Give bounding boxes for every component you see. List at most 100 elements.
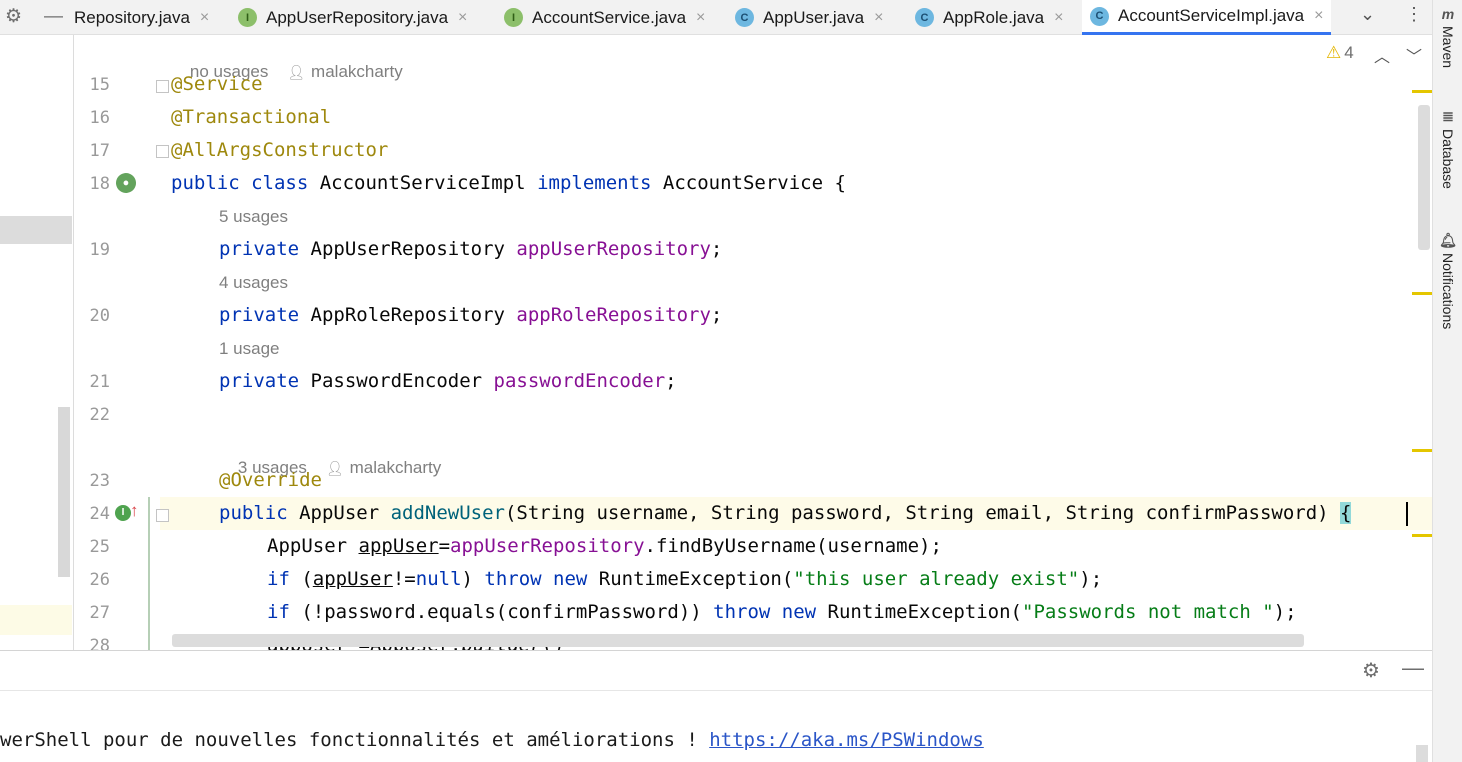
class-icon: C xyxy=(1090,6,1109,26)
gear-icon[interactable]: ⚙ xyxy=(5,6,22,28)
editor-horizontal-scrollbar[interactable] xyxy=(172,634,1304,647)
terminal-link[interactable]: https://aka.ms/PSWindows xyxy=(709,729,984,751)
field-usage-hint[interactable]: 4 usages xyxy=(219,273,288,293)
author-name: malakcharty xyxy=(349,458,442,477)
field-usage-hint[interactable]: 1 usage xyxy=(219,339,280,359)
code-line-20: private AppRoleRepository appRoleReposit… xyxy=(219,304,723,326)
text-caret xyxy=(1406,502,1408,526)
line-number: 21 xyxy=(89,372,110,392)
tab-approle[interactable]: C AppRole.java × xyxy=(907,0,1071,35)
tab-appuserrepository[interactable]: I AppUserRepository.java × xyxy=(230,0,475,35)
fold-marker-icon[interactable] xyxy=(156,145,169,158)
warning-marker[interactable] xyxy=(1412,292,1432,295)
close-icon[interactable]: × xyxy=(1314,7,1323,25)
tab-accountserviceimpl[interactable]: C AccountServiceImpl.java × xyxy=(1082,0,1332,35)
close-icon[interactable]: × xyxy=(200,9,209,27)
line-number: 25 xyxy=(89,537,110,557)
notifications-label: Notifications xyxy=(1440,253,1456,330)
fold-marker-icon[interactable] xyxy=(156,509,169,522)
warning-icon: ⚠ xyxy=(1326,43,1342,62)
code-line-21: private PasswordEncoder passwordEncoder; xyxy=(219,370,677,392)
terminal-header: ⚙ — xyxy=(0,651,1432,691)
tree-row[interactable] xyxy=(0,605,72,635)
user-icon: 👤︎ xyxy=(325,460,344,476)
tab-label: AppUser.java xyxy=(763,7,865,27)
tab-accountservice[interactable]: I AccountService.java × xyxy=(496,0,713,35)
database-label: Database xyxy=(1440,129,1456,189)
line-number: 16 xyxy=(89,108,110,128)
editor-vertical-scrollbar[interactable] xyxy=(1418,105,1430,250)
maven-tool-button[interactable]: m Maven xyxy=(1437,6,1459,68)
inspection-widget[interactable]: ⚠ 4 xyxy=(1326,43,1354,63)
code-line-19: private AppUserRepository appUserReposit… xyxy=(219,238,723,260)
database-icon: ≣ xyxy=(1442,108,1454,124)
code-line-17: @AllArgsConstructor xyxy=(171,139,389,161)
line-number: 17 xyxy=(89,141,110,161)
matching-brace: { xyxy=(1340,502,1352,524)
line-number: 18 xyxy=(89,174,110,194)
close-icon[interactable]: × xyxy=(1054,9,1063,27)
chevron-down-icon[interactable]: ⌄ xyxy=(1360,4,1375,25)
maven-label: Maven xyxy=(1440,26,1456,69)
interface-icon: I xyxy=(238,8,257,27)
code-line-15: @Service xyxy=(171,73,263,95)
tab-label: AccountServiceImpl.java xyxy=(1118,6,1305,25)
code-line-25: AppUser appUser=appUserRepository.findBy… xyxy=(267,535,942,557)
fold-guide xyxy=(148,497,150,650)
override-arrow-icon[interactable]: ↑ xyxy=(130,501,139,521)
warning-marker[interactable] xyxy=(1412,90,1432,93)
tab-appuser[interactable]: C AppUser.java × xyxy=(727,0,891,35)
tab-strip: Repository.java × I AppUserRepository.ja… xyxy=(74,0,1348,35)
terminal-scrollbar[interactable] xyxy=(1416,745,1428,762)
close-icon[interactable]: × xyxy=(458,9,467,27)
line-number: 22 xyxy=(89,405,110,425)
tab-label: Repository.java xyxy=(74,7,190,27)
code-line-18: public class AccountServiceImpl implemen… xyxy=(171,172,846,194)
code-line-24: public AppUser addNewUser(String usernam… xyxy=(219,502,1352,524)
line-number: 19 xyxy=(89,240,110,260)
code-line-23: @Override xyxy=(219,469,322,491)
selected-tree-row[interactable] xyxy=(0,216,72,244)
author-name: malakcharty xyxy=(311,62,403,81)
user-icon: 👤︎ xyxy=(287,64,306,80)
code-line-27: if (!password.equals(confirmPassword)) t… xyxy=(267,601,1297,623)
minimize-icon[interactable]: — xyxy=(1402,655,1424,681)
code-editor[interactable]: ⚠ 4 ︿ ﹀ 15 16 17 18 19 20 21 22 23 24 25… xyxy=(74,35,1432,650)
project-panel xyxy=(0,35,74,650)
project-scrollbar[interactable] xyxy=(58,407,70,577)
chevron-up-icon[interactable]: ︿ xyxy=(1374,43,1390,67)
more-options-icon[interactable]: ⋮ xyxy=(1405,4,1423,25)
line-number: 20 xyxy=(89,306,110,326)
fold-marker-icon[interactable] xyxy=(156,80,169,93)
database-tool-button[interactable]: ≣ Database xyxy=(1437,108,1459,189)
line-number: 27 xyxy=(89,603,110,623)
line-number: 15 xyxy=(89,75,110,95)
tab-repository[interactable]: Repository.java × xyxy=(74,0,217,35)
line-number: 28 xyxy=(89,636,110,650)
tab-label: AccountService.java xyxy=(532,7,687,27)
warning-marker[interactable] xyxy=(1412,449,1432,452)
tab-label: AppRole.java xyxy=(943,7,1045,27)
tab-label: AppUserRepository.java xyxy=(266,7,449,27)
interface-icon: I xyxy=(504,8,523,27)
close-icon[interactable]: × xyxy=(696,9,705,27)
class-icon: C xyxy=(735,8,754,27)
notifications-tool-button[interactable]: 🔔︎ Notifications xyxy=(1437,232,1459,329)
close-icon[interactable]: × xyxy=(874,9,883,27)
field-usage-hint[interactable]: 5 usages xyxy=(219,207,288,227)
code-line-26: if (appUser!=null) throw new RuntimeExce… xyxy=(267,568,1103,590)
class-icon: C xyxy=(915,8,934,27)
bell-icon: 🔔︎ xyxy=(1439,232,1457,248)
gear-icon[interactable]: ⚙ xyxy=(1362,658,1380,683)
terminal-output: werShell pour de nouvelles fonctionnalit… xyxy=(0,729,984,751)
warning-marker[interactable] xyxy=(1412,534,1432,537)
chevron-down-icon[interactable]: ﹀ xyxy=(1406,43,1422,67)
terminal-line: werShell pour de nouvelles fonctionnalit… xyxy=(0,729,710,751)
implements-method-icon[interactable]: I xyxy=(115,505,131,521)
line-number: 26 xyxy=(89,570,110,590)
right-tool-window-strip: m Maven ≣ Database 🔔︎ Notifications xyxy=(1432,0,1462,762)
code-line-16: @Transactional xyxy=(171,106,332,128)
editor-tab-bar: ⚙ — Repository.java × I AppUserRepositor… xyxy=(0,0,1432,35)
terminal-panel[interactable]: ⚙ — werShell pour de nouvelles fonctionn… xyxy=(0,650,1432,762)
minimize-icon[interactable]: — xyxy=(44,6,63,28)
